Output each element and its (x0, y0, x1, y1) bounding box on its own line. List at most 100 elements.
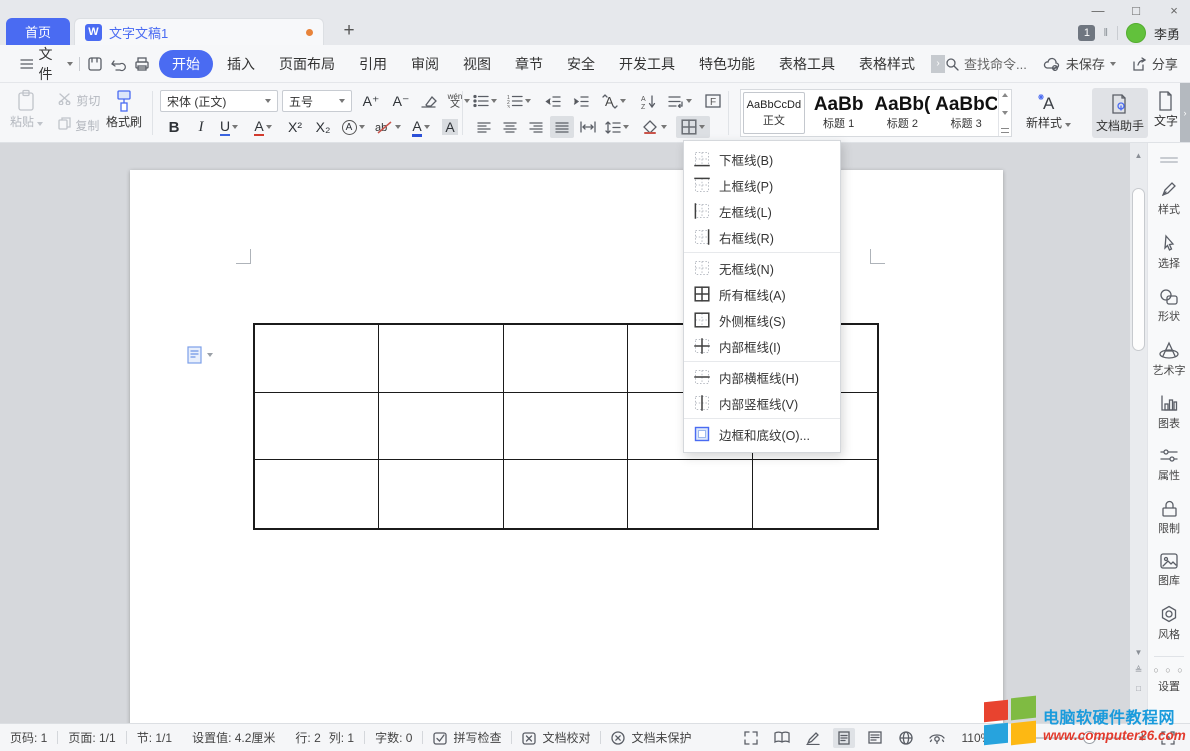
previous-page-button[interactable]: ≜ (1130, 665, 1147, 676)
table-cell[interactable] (753, 460, 877, 528)
table-cell[interactable] (255, 325, 379, 393)
bullet-list-button[interactable] (470, 90, 500, 112)
print-layout-button[interactable] (833, 728, 855, 748)
maximize-button[interactable]: □ (1128, 3, 1144, 18)
justify-button[interactable] (550, 116, 574, 138)
menu-item-bottom-border[interactable]: 下框线(B) (684, 146, 840, 172)
menu-tab-table-tools[interactable]: 表格工具 (769, 50, 845, 78)
table-cell[interactable] (379, 460, 503, 528)
line-spacing-button[interactable] (602, 116, 632, 138)
menu-item-inside-horizontal-border[interactable]: 内部横框线(H) (684, 364, 840, 390)
distribute-button[interactable] (576, 116, 600, 138)
font-color-button[interactable]: A (406, 116, 436, 138)
close-button[interactable]: × (1166, 3, 1182, 18)
file-menu[interactable]: 文件 (20, 44, 73, 84)
italic-button[interactable]: I (190, 116, 212, 138)
find-command-search[interactable]: 查找命令... (945, 54, 1027, 73)
increase-font-button[interactable]: A⁺ (358, 90, 384, 112)
status-page-number[interactable]: 页码: 1 (0, 729, 57, 746)
text-tool-button[interactable]: A (598, 90, 630, 112)
format-painter-button[interactable]: 格式刷 (106, 89, 142, 130)
char-shading-button[interactable]: A (438, 116, 462, 138)
bold-button[interactable]: B (162, 116, 186, 138)
sidebar-item-properties[interactable]: 属性 (1148, 448, 1190, 483)
style-heading3[interactable]: AaBbC( 标题 3 (934, 90, 998, 136)
gallery-scroll-up[interactable] (1002, 93, 1008, 97)
sidebar-handle[interactable] (1160, 157, 1178, 159)
underline-button[interactable]: U (214, 116, 244, 138)
cut-button[interactable]: 剪切 (58, 92, 100, 109)
menu-tab-view[interactable]: 视图 (453, 50, 501, 78)
menu-item-top-border[interactable]: 上框线(P) (684, 172, 840, 198)
new-tab-button[interactable]: + (338, 20, 360, 42)
status-setting-value[interactable]: 设置值: 4.2厘米 (182, 729, 285, 746)
notification-badge[interactable]: 1 (1078, 25, 1095, 41)
numbered-list-button[interactable]: 123 (504, 90, 534, 112)
menu-tab-insert[interactable]: 插入 (217, 50, 265, 78)
menu-tab-home[interactable]: 开始 (159, 50, 213, 78)
scrollbar-thumb[interactable] (1132, 188, 1145, 351)
table-cell[interactable] (504, 325, 628, 393)
menu-overflow-button[interactable]: › (931, 55, 945, 73)
print-button[interactable] (133, 54, 151, 74)
spell-check-toggle[interactable]: 拼写检查 (423, 729, 511, 746)
gallery-scroll-down[interactable] (1002, 111, 1008, 115)
font-name-select[interactable]: 宋体 (正文) (160, 90, 278, 112)
menu-item-all-borders[interactable]: 所有框线(A) (684, 281, 840, 307)
status-pages[interactable]: 页面: 1/1 (58, 729, 125, 746)
menu-item-right-border[interactable]: 右框线(R) (684, 224, 840, 250)
style-heading2[interactable]: AaBb( 标题 2 (871, 90, 935, 136)
sidebar-item-shapes[interactable]: 形状 (1148, 288, 1190, 324)
menu-tab-section[interactable]: 章节 (505, 50, 553, 78)
doc-assistant-button[interactable]: 文档助手 (1092, 88, 1148, 138)
user-avatar[interactable] (1126, 23, 1146, 43)
sidebar-item-wordart[interactable]: 艺术字 (1148, 341, 1190, 378)
tab-document[interactable]: W 文字文稿1 (74, 18, 324, 45)
align-right-button[interactable] (524, 116, 548, 138)
document-page[interactable] (130, 170, 1003, 723)
gallery-expand[interactable] (1001, 128, 1009, 133)
table-options-button[interactable] (187, 346, 213, 364)
menu-tab-table-style[interactable]: 表格样式 (849, 50, 925, 78)
menu-item-left-border[interactable]: 左框线(L) (684, 198, 840, 224)
clear-format-button[interactable] (416, 90, 442, 112)
read-layout-button[interactable] (771, 728, 793, 748)
highlight-button[interactable]: ab (372, 116, 404, 138)
table-cell[interactable] (255, 460, 379, 528)
menu-item-inside-borders[interactable]: 内部框线(I) (684, 333, 840, 359)
shading-button[interactable] (638, 116, 670, 138)
increase-indent-button[interactable] (568, 90, 594, 112)
table-cell[interactable] (255, 393, 379, 461)
font-size-select[interactable]: 五号 (282, 90, 352, 112)
status-section[interactable]: 节: 1/1 (127, 729, 182, 746)
browse-object-button[interactable]: □ (1130, 684, 1147, 693)
scroll-up-button[interactable]: ▲ (1130, 151, 1147, 160)
menu-item-inside-vertical-border[interactable]: 内部竖框线(V) (684, 390, 840, 416)
table-cell[interactable] (379, 325, 503, 393)
minimize-button[interactable]: — (1090, 3, 1106, 18)
sidebar-item-gallery[interactable]: 图库 (1148, 553, 1190, 588)
table-cell[interactable] (504, 460, 628, 528)
save-button[interactable] (86, 54, 104, 74)
table-cell[interactable] (379, 393, 503, 461)
paste-button[interactable]: 粘贴 (10, 89, 43, 130)
align-center-button[interactable] (498, 116, 522, 138)
style-normal[interactable]: AaBbCcDd 正文 (743, 92, 805, 134)
toolbar-expand-strip[interactable]: › (1180, 83, 1190, 142)
fullscreen-view-button[interactable] (740, 728, 762, 748)
menu-item-no-border[interactable]: 无框线(N) (684, 255, 840, 281)
sidebar-item-select[interactable]: 选择 (1148, 234, 1190, 271)
superscript-button[interactable]: X² (282, 116, 308, 138)
menu-item-borders-and-shading[interactable]: 边框和底纹(O)... (684, 421, 840, 447)
outline-view-button[interactable] (864, 728, 886, 748)
sidebar-item-restrict[interactable]: 限制 (1148, 500, 1190, 536)
cloud-save-status[interactable]: 未保存 (1043, 54, 1116, 73)
menu-tab-developer[interactable]: 开发工具 (609, 50, 685, 78)
menu-tab-references[interactable]: 引用 (349, 50, 397, 78)
menu-tab-review[interactable]: 审阅 (401, 50, 449, 78)
write-mode-button[interactable] (802, 728, 824, 748)
table-cell[interactable] (504, 393, 628, 461)
status-word-count[interactable]: 字数: 0 (365, 729, 422, 746)
style-heading1[interactable]: AaBb 标题 1 (807, 90, 871, 136)
sidebar-item-styles[interactable]: 样式 (1148, 180, 1190, 217)
